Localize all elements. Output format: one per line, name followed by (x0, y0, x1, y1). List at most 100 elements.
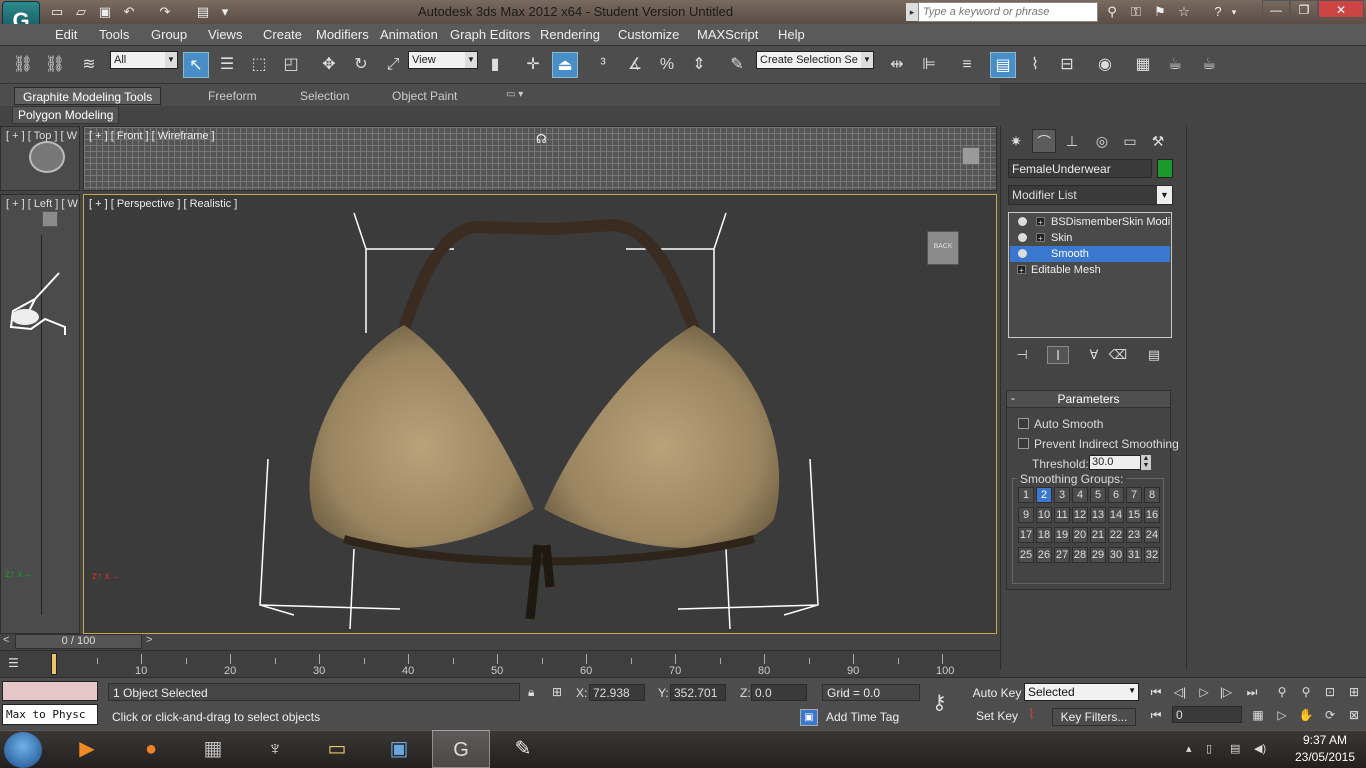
smoothing-group-30-button[interactable]: 30 (1108, 547, 1124, 563)
menu-graph-editors[interactable]: Graph Editors (450, 27, 530, 42)
time-configuration-icon[interactable]: ▦ (1248, 706, 1268, 724)
maximize-viewport-icon[interactable]: ⊠ (1344, 706, 1364, 724)
play-icon[interactable]: ▷ (1194, 683, 1214, 701)
hierarchy-tab-icon[interactable]: ⊥ (1060, 129, 1084, 153)
go-to-end-icon[interactable]: ⏭ (1242, 683, 1262, 701)
time-next-button[interactable]: > (146, 634, 152, 646)
stack-item-smooth[interactable]: Smooth (1010, 246, 1170, 262)
zoom-icon[interactable]: ⚲ (1272, 683, 1292, 701)
file-explorer-icon[interactable]: ▭ (308, 730, 366, 768)
ribbon-options-icon[interactable]: ▭ ▾ (498, 87, 531, 105)
add-time-tag-button[interactable]: Add Time Tag (822, 708, 920, 726)
smoothing-group-31-button[interactable]: 31 (1126, 547, 1142, 563)
graphite-toggle-icon[interactable]: ▤ (990, 52, 1016, 78)
modify-tab-icon[interactable]: ⌒ (1032, 129, 1056, 153)
set-key-button[interactable]: Set Key (974, 709, 1020, 723)
smoothing-group-4-button[interactable]: 4 (1072, 487, 1088, 503)
menu-create[interactable]: Create (263, 27, 302, 42)
smoothing-group-13-button[interactable]: 13 (1090, 507, 1106, 523)
tab-object-paint[interactable]: Object Paint (384, 87, 465, 105)
reference-coordinate-dropdown[interactable]: View ▼ (408, 51, 478, 69)
rectangular-selection-icon[interactable]: ⬚ (246, 52, 272, 78)
y-coordinate-field[interactable]: 352.701 (670, 684, 726, 701)
expand-icon[interactable]: + (1036, 233, 1045, 243)
angle-snap-icon[interactable]: ∡ (622, 52, 648, 78)
maxscript-mini-listener[interactable]: Max to Physc (2, 704, 98, 725)
zoom-all-icon[interactable]: ⚲ (1296, 683, 1316, 701)
tangent-curve-icon[interactable]: ⌇ (1028, 706, 1035, 723)
smoothing-group-9-button[interactable]: 9 (1018, 507, 1034, 523)
smoothing-group-20-button[interactable]: 20 (1072, 527, 1088, 543)
smoothing-group-11-button[interactable]: 11 (1054, 507, 1070, 523)
snaps-toggle-icon[interactable]: ³ (590, 52, 616, 78)
menu-help[interactable]: Help (778, 27, 805, 42)
configure-modifier-sets-icon[interactable]: ▤ (1143, 346, 1165, 364)
communication-center-icon[interactable]: ⚑ (1150, 3, 1170, 21)
set-key-key-icon[interactable]: ⚷ (932, 690, 947, 715)
motion-tab-icon[interactable]: ◎ (1090, 129, 1114, 153)
material-editor-icon[interactable]: ◉ (1092, 52, 1118, 78)
select-manipulate-icon[interactable]: ✛ (520, 52, 546, 78)
game-explorer-icon[interactable]: ▦ (184, 730, 242, 768)
auto-key-button[interactable]: Auto Key (972, 686, 1022, 700)
smoothing-group-27-button[interactable]: 27 (1054, 547, 1070, 563)
chevron-down-icon[interactable]: ▼ (1157, 186, 1172, 204)
menu-rendering[interactable]: Rendering (540, 27, 600, 42)
smoothing-group-25-button[interactable]: 25 (1018, 547, 1034, 563)
time-marker[interactable] (51, 653, 57, 675)
favorites-star-icon[interactable]: ☆ (1174, 3, 1194, 21)
select-object-icon[interactable]: ↖ (183, 52, 209, 78)
time-slider[interactable]: < 0 / 100 > (0, 634, 1000, 650)
current-frame-field[interactable]: 0 (1172, 706, 1242, 723)
x-coordinate-field[interactable]: 72.938 (589, 684, 645, 701)
smoothing-group-18-button[interactable]: 18 (1036, 527, 1052, 543)
prevent-indirect-smoothing-checkbox[interactable]: Prevent Indirect Smoothing (1018, 437, 1179, 451)
sync-icon[interactable]: ▯ (1206, 742, 1212, 755)
align-icon[interactable]: ⊫ (916, 52, 942, 78)
collapse-icon[interactable]: - (1011, 391, 1015, 405)
key-filters-button[interactable]: Key Filters... (1052, 708, 1136, 726)
smoothing-group-28-button[interactable]: 28 (1072, 547, 1088, 563)
time-tag-icon[interactable]: ▣ (800, 709, 818, 726)
go-to-start-icon[interactable]: ⏮ (1146, 683, 1166, 701)
zoom-extents-all-icon[interactable]: ⊞ (1344, 683, 1364, 701)
expand-icon[interactable]: + (1036, 217, 1045, 227)
smoothing-group-19-button[interactable]: 19 (1054, 527, 1070, 543)
rotate-icon[interactable]: ↻ (348, 52, 374, 78)
create-tab-icon[interactable]: ✷ (1004, 129, 1028, 153)
render-teapot-icon[interactable]: ☕ (1196, 52, 1222, 78)
curve-editor-icon[interactable]: ⌇ (1022, 52, 1048, 78)
pin-stack-icon[interactable]: ⊣ (1011, 346, 1033, 364)
expand-icon[interactable]: + (1017, 265, 1026, 275)
smoothing-group-3-button[interactable]: 3 (1054, 487, 1070, 503)
smoothing-group-5-button[interactable]: 5 (1090, 487, 1106, 503)
viewcube-icon[interactable] (962, 147, 980, 165)
mirror-icon[interactable]: ⇹ (884, 52, 910, 78)
polygon-modeling-panel[interactable]: Polygon Modeling (12, 106, 120, 124)
display-tab-icon[interactable]: ▭ (1118, 129, 1142, 153)
selection-filter-dropdown[interactable]: All ▼ (110, 51, 178, 69)
bind-space-warp-icon[interactable]: ≋ (76, 52, 102, 78)
binoculars-icon[interactable]: ⚲ (1102, 3, 1122, 21)
window-crossing-icon[interactable]: ◰ (278, 52, 304, 78)
clock-date[interactable]: 23/05/2015 (1290, 750, 1360, 764)
viewcube-icon[interactable]: BACK (927, 231, 959, 265)
smoothing-group-2-button[interactable]: 2 (1036, 487, 1052, 503)
smoothing-group-10-button[interactable]: 10 (1036, 507, 1052, 523)
auto-smooth-checkbox[interactable]: Auto Smooth (1018, 417, 1103, 431)
viewport-front-label[interactable]: [ + ] [ Front ] [ Wireframe ] (89, 130, 215, 142)
tab-selection[interactable]: Selection (292, 87, 357, 105)
viewport-top-label[interactable]: [ + ] [ Top ] [ W (6, 130, 77, 142)
smoothing-group-14-button[interactable]: 14 (1108, 507, 1124, 523)
show-hidden-icons-icon[interactable]: ▴ (1186, 742, 1192, 755)
firefox-icon[interactable]: ● (122, 730, 180, 768)
redo-icon[interactable]: ↷ (156, 4, 174, 20)
smoothing-group-8-button[interactable]: 8 (1144, 487, 1160, 503)
maxscript-listener-output[interactable] (2, 681, 98, 701)
smoothing-group-1-button[interactable]: 1 (1018, 487, 1034, 503)
parameters-rollout-header[interactable]: Parameters (1007, 391, 1170, 408)
viewport-perspective-label[interactable]: [ + ] [ Perspective ] [ Realistic ] (89, 198, 237, 210)
absolute-mode-icon[interactable]: ⊞ (552, 685, 562, 699)
field-of-view-icon[interactable]: ▷ (1272, 706, 1292, 724)
scale-icon[interactable]: ⤢ (380, 52, 406, 78)
